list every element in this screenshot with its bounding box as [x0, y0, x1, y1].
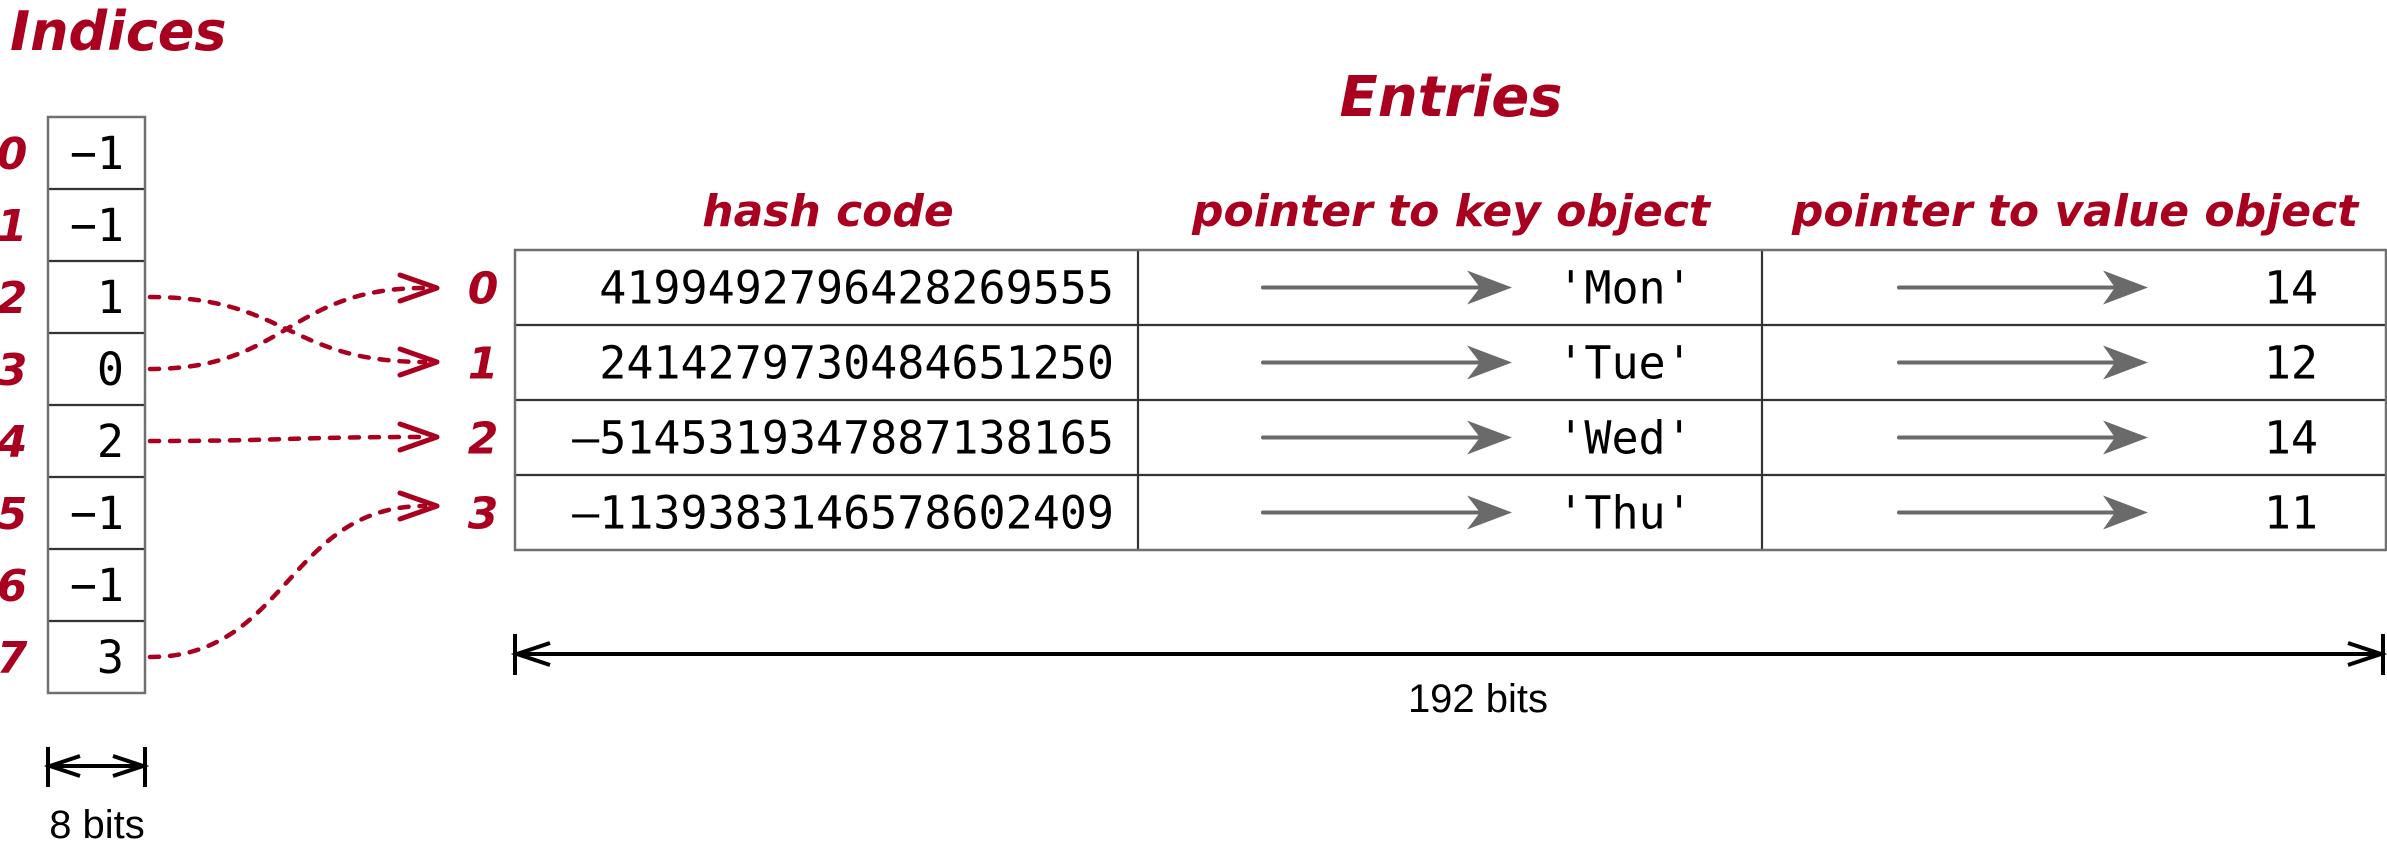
entries-width-label: 192 bits: [1408, 677, 1548, 721]
index-slot: 30: [0, 331, 145, 396]
index-row-label: 4: [0, 417, 27, 468]
value-object-cell: 14: [2264, 262, 2318, 315]
index-slot: 73: [0, 619, 145, 684]
key-object-cell: 'Tue': [1557, 337, 1692, 390]
entry-row: 2 –5145319347887138165 'Wed' 14: [468, 398, 2386, 465]
index-row-label: 3: [0, 345, 27, 396]
key-object-cell: 'Mon': [1557, 262, 1692, 315]
entry-row-label: 1: [468, 339, 499, 390]
indices-width-dimension: 8 bits: [43, 747, 150, 842]
index-entry-links: [147, 272, 440, 660]
index-slot-value: −1: [70, 487, 124, 540]
index-slot: 42: [0, 403, 145, 468]
index-row-label: 1: [0, 201, 27, 252]
index-slot-value: −1: [70, 127, 124, 180]
entries-title: Entries: [1339, 65, 1562, 130]
entry-row: 3 –1139383146578602409 'Thu' 11: [468, 473, 2386, 540]
index-row-label: 7: [0, 633, 28, 684]
index-slot-value: 2: [97, 415, 124, 468]
index-slot: 21: [0, 259, 145, 324]
index-entry-link: [147, 421, 440, 453]
index-slot-value: −1: [70, 559, 124, 612]
hash-table-diagram: Indices Entries hash code pointer to key…: [0, 0, 2387, 842]
index-slot-value: 3: [97, 631, 124, 684]
index-entry-link: [147, 294, 440, 378]
indices-title: Indices: [10, 0, 226, 63]
link-dashed-curve: [147, 503, 428, 660]
column-header-hash-code: hash code: [702, 186, 954, 237]
key-object-cell: 'Wed': [1557, 412, 1692, 465]
index-slot-value: 1: [97, 271, 124, 324]
entries-width-dimension: 192 bits: [510, 634, 2387, 721]
indices-width-label: 8 bits: [49, 803, 145, 842]
entry-row-label: 2: [468, 414, 499, 465]
indices-array: 0−11−12130425−16−173: [0, 115, 147, 695]
index-slot: 0 −1: [0, 127, 124, 180]
link-dashed-curve: [147, 434, 428, 444]
index-entry-link: [147, 272, 440, 372]
column-header-key-pointer: pointer to key object: [1191, 186, 1712, 237]
index-slot: 1 −1: [0, 187, 145, 252]
index-slot-value: 0: [97, 343, 124, 396]
entry-row: 1 2414279730484651250 'Tue' 12: [468, 323, 2386, 390]
index-slot-value: −1: [70, 199, 124, 252]
index-row-label: 2: [0, 273, 27, 324]
value-object-cell: 12: [2264, 337, 2318, 390]
index-slot: 5 −1: [0, 475, 145, 540]
hash-code-cell: –5145319347887138165: [572, 412, 1114, 465]
entry-row: 0 4199492796428269555 'Mon' 14: [468, 262, 2318, 315]
hash-code-cell: 2414279730484651250: [599, 337, 1114, 390]
value-object-cell: 11: [2264, 487, 2318, 540]
index-slot: 6 −1: [0, 547, 145, 612]
key-object-cell: 'Thu': [1557, 487, 1692, 540]
column-header-value-pointer: pointer to value object: [1791, 186, 2360, 237]
index-row-label: 6: [0, 561, 27, 612]
entry-row-label: 3: [468, 489, 499, 540]
entries-table: 0 4199492796428269555 'Mon' 14 1 241427973048…: [468, 248, 2387, 552]
index-entry-link: [147, 490, 440, 660]
hash-code-cell: –1139383146578602409: [572, 487, 1114, 540]
hash-code-cell: 4199492796428269555: [599, 262, 1114, 315]
index-row-label: 0: [0, 129, 27, 180]
index-row-label: 5: [0, 489, 27, 540]
entry-row-label: 0: [468, 264, 499, 315]
value-object-cell: 14: [2264, 412, 2318, 465]
